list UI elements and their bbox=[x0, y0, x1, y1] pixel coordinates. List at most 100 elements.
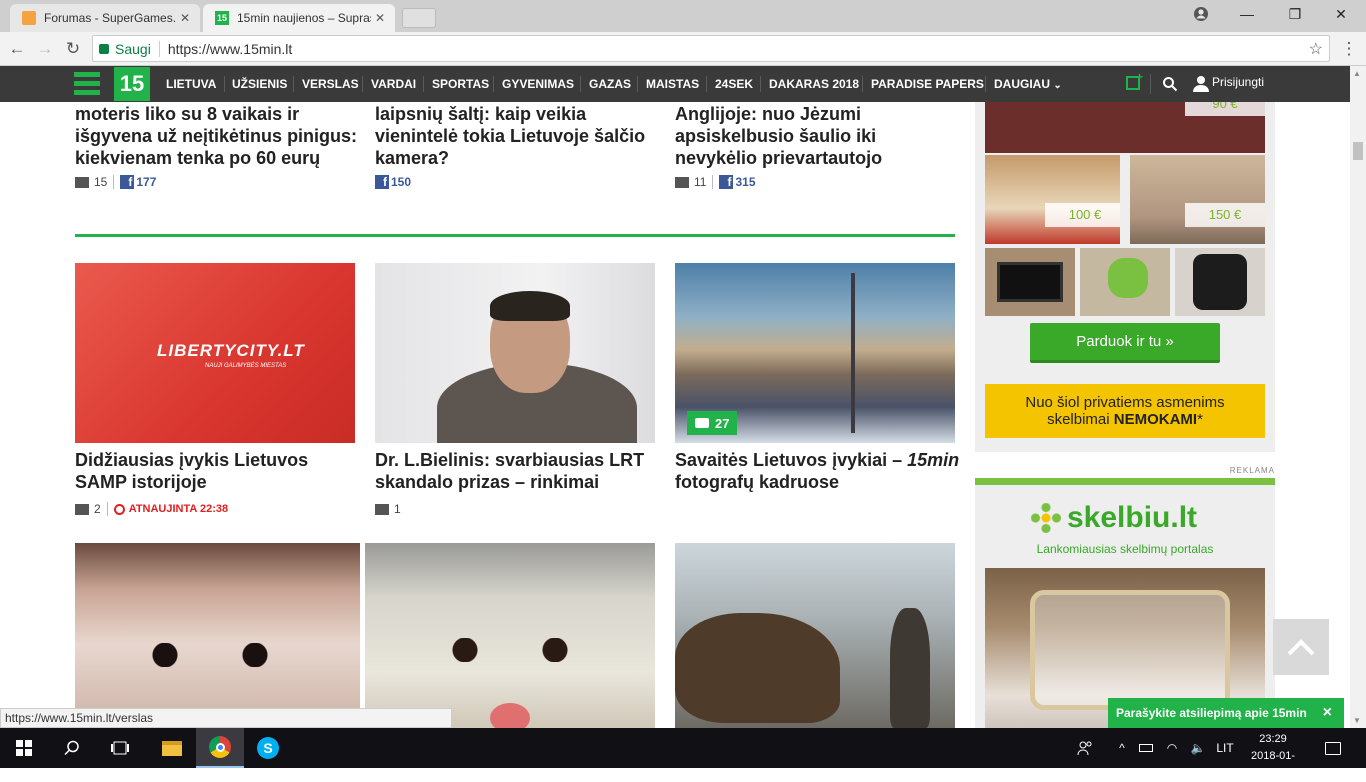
battery-icon[interactable] bbox=[1134, 728, 1158, 768]
language-indicator[interactable]: LIT bbox=[1212, 728, 1238, 768]
clown-eyes bbox=[135, 643, 285, 667]
bookmark-star-icon[interactable]: ☆ bbox=[1309, 39, 1323, 59]
file-explorer-icon[interactable] bbox=[148, 728, 196, 768]
nav-divider bbox=[1150, 74, 1151, 94]
article-image-libertycity[interactable]: LIBERTYCITY.LT NAUJI GALIMYBĖS MIESTAS bbox=[75, 263, 355, 443]
article-title[interactable]: Didžiausias įvykis Lietuvos SAMP istorij… bbox=[75, 449, 360, 493]
fearless-girl-statue bbox=[890, 608, 930, 728]
comment-count[interactable]: 1 bbox=[394, 502, 401, 516]
minimize-button[interactable]: — bbox=[1224, 0, 1270, 28]
classified-item-image[interactable] bbox=[985, 248, 1075, 316]
feedback-close-icon[interactable]: × bbox=[1323, 704, 1332, 722]
article-title-italic: 15min bbox=[907, 450, 960, 470]
article-image-bielinis[interactable] bbox=[375, 263, 655, 443]
back-to-top-button[interactable] bbox=[1273, 619, 1329, 675]
page-content: moteris liko su 8 vaikais ir išgyvena už… bbox=[0, 102, 1350, 728]
comment-count[interactable]: 2 bbox=[94, 502, 101, 516]
people-icon[interactable] bbox=[1070, 728, 1100, 768]
new-tab-button[interactable] bbox=[402, 8, 436, 28]
feedback-bar[interactable]: Parašykite atsiliepimą apie 15min × bbox=[1108, 698, 1344, 728]
nav-daugiau[interactable]: DAUGIAU ⌄ bbox=[994, 66, 1062, 102]
scrollbar-thumb[interactable] bbox=[1353, 142, 1363, 160]
close-tab-icon[interactable]: ✕ bbox=[176, 11, 194, 25]
hamburger-menu-icon[interactable] bbox=[74, 72, 100, 96]
omnibox[interactable]: Saugi https://www.15min.lt ☆ bbox=[92, 35, 1330, 62]
classified-item-image[interactable]: 100 € bbox=[985, 155, 1120, 244]
maximize-button[interactable]: ❐ bbox=[1272, 0, 1318, 28]
login-link[interactable]: Prisijungti bbox=[1212, 64, 1264, 100]
nav-paradise-papers[interactable]: PARADISE PAPERS bbox=[871, 66, 984, 102]
facebook-icon: f bbox=[375, 175, 389, 189]
search-icon[interactable] bbox=[48, 728, 96, 768]
photo-count-badge: 27 bbox=[687, 411, 738, 435]
task-view-icon[interactable] bbox=[96, 728, 144, 768]
chrome-menu-icon[interactable]: ⋮ bbox=[1336, 36, 1362, 62]
windows-taskbar: S ^ ◠ 🔈 LIT 23:29 2018-01-28 bbox=[0, 728, 1366, 779]
nav-dakaras[interactable]: DAKARAS 2018 bbox=[769, 66, 859, 102]
scroll-up-arrow-icon[interactable]: ▲ bbox=[1353, 69, 1361, 78]
article-image-clown-woman[interactable] bbox=[75, 543, 360, 728]
nav-verslas[interactable]: VERSLAS bbox=[302, 66, 359, 102]
action-center-icon[interactable] bbox=[1316, 728, 1350, 768]
sell-button[interactable]: Parduok ir tu » bbox=[1030, 323, 1220, 363]
nav-24sek[interactable]: 24SEK bbox=[715, 66, 753, 102]
forward-button[interactable]: → bbox=[32, 36, 58, 62]
site-logo[interactable]: 15 bbox=[114, 67, 150, 101]
feedback-label[interactable]: Parašykite atsiliepimą apie 15min bbox=[1116, 706, 1307, 720]
article-image-vilnius[interactable]: 27 bbox=[675, 263, 955, 443]
classified-item-image[interactable] bbox=[1175, 248, 1265, 316]
new-post-icon[interactable]: + bbox=[1126, 70, 1143, 90]
nav-lietuva[interactable]: LIETUVA bbox=[166, 66, 216, 102]
nav-gyvenimas[interactable]: GYVENIMAS bbox=[502, 66, 574, 102]
clown-nose bbox=[490, 703, 530, 728]
classified-item-image[interactable]: 90 € bbox=[985, 102, 1265, 153]
comment-count[interactable]: 11 bbox=[694, 175, 706, 189]
nav-uzsienis[interactable]: UŽSIENIS bbox=[232, 66, 287, 102]
article-image-clown-man[interactable] bbox=[365, 543, 655, 728]
volume-icon[interactable]: 🔈 bbox=[1186, 728, 1210, 768]
skype-icon[interactable]: S bbox=[244, 728, 292, 768]
back-button[interactable]: ← bbox=[4, 36, 30, 62]
clock[interactable]: 23:29 2018-01-28 bbox=[1246, 731, 1300, 779]
windows-start-icon[interactable] bbox=[0, 728, 48, 768]
search-icon[interactable] bbox=[1162, 76, 1178, 92]
article-title[interactable]: Savaitės Lietuvos įvykiai – 15min fotogr… bbox=[675, 449, 960, 493]
nav-sportas[interactable]: SPORTAS bbox=[432, 66, 489, 102]
wifi-icon[interactable]: ◠ bbox=[1160, 728, 1184, 768]
reload-button[interactable]: ↻ bbox=[60, 36, 86, 62]
nav-maistas[interactable]: MAISTAS bbox=[646, 66, 699, 102]
chrome-icon[interactable] bbox=[196, 728, 244, 768]
nav-gazas[interactable]: GAZAS bbox=[589, 66, 631, 102]
show-hidden-icons-icon[interactable]: ^ bbox=[1110, 728, 1134, 768]
nav-divider bbox=[985, 76, 986, 92]
facebook-count[interactable]: 177 bbox=[136, 175, 156, 189]
article-title[interactable]: laipsnių šaltį: kaip veikia vienintelė t… bbox=[375, 103, 655, 169]
browser-tab-15min[interactable]: 15 15min naujienos – Suprask ✕ bbox=[203, 4, 395, 32]
classified-price: 90 € bbox=[1185, 102, 1265, 116]
nav-divider bbox=[637, 76, 638, 92]
facebook-count[interactable]: 150 bbox=[391, 175, 411, 189]
article-title[interactable]: Dr. L.Bielinis: svarbiausias LRT skandal… bbox=[375, 449, 660, 493]
close-tab-icon[interactable]: ✕ bbox=[371, 11, 389, 25]
url-text[interactable]: https://www.15min.lt bbox=[168, 41, 293, 57]
page-scrollbar[interactable]: ▲ ▼ bbox=[1350, 66, 1366, 728]
nav-vardai[interactable]: VARDAI bbox=[371, 66, 416, 102]
free-listings-banner[interactable]: Nuo šiol privatiems asmenims skelbimai N… bbox=[985, 384, 1265, 438]
article-title[interactable]: moteris liko su 8 vaikais ir išgyvena už… bbox=[75, 103, 360, 169]
classified-item-image[interactable]: 150 € bbox=[1130, 155, 1265, 244]
playpen-shape bbox=[1030, 590, 1230, 710]
scroll-down-arrow-icon[interactable]: ▼ bbox=[1353, 716, 1361, 725]
profile-icon[interactable] bbox=[1178, 0, 1224, 28]
browser-tab-forumas[interactable]: Forumas - SuperGames.lt ✕ bbox=[10, 4, 200, 32]
facebook-count[interactable]: 315 bbox=[735, 175, 755, 189]
close-window-button[interactable]: ✕ bbox=[1318, 0, 1364, 28]
article-title[interactable]: Anglijoje: nuo Jėzumi apsiskelbusio šaul… bbox=[675, 103, 955, 169]
section-divider bbox=[75, 234, 955, 237]
skelbiu-ad[interactable]: skelbiu.lt Lankomiausias skelbimų portal… bbox=[975, 478, 1275, 728]
user-icon[interactable] bbox=[1192, 74, 1210, 92]
article-image-wall-street-bull[interactable] bbox=[675, 543, 955, 728]
comment-count[interactable]: 15 bbox=[94, 175, 107, 189]
photo-count: 27 bbox=[715, 415, 730, 431]
supergames-favicon-icon bbox=[22, 11, 36, 25]
classified-item-image[interactable] bbox=[1080, 248, 1170, 316]
